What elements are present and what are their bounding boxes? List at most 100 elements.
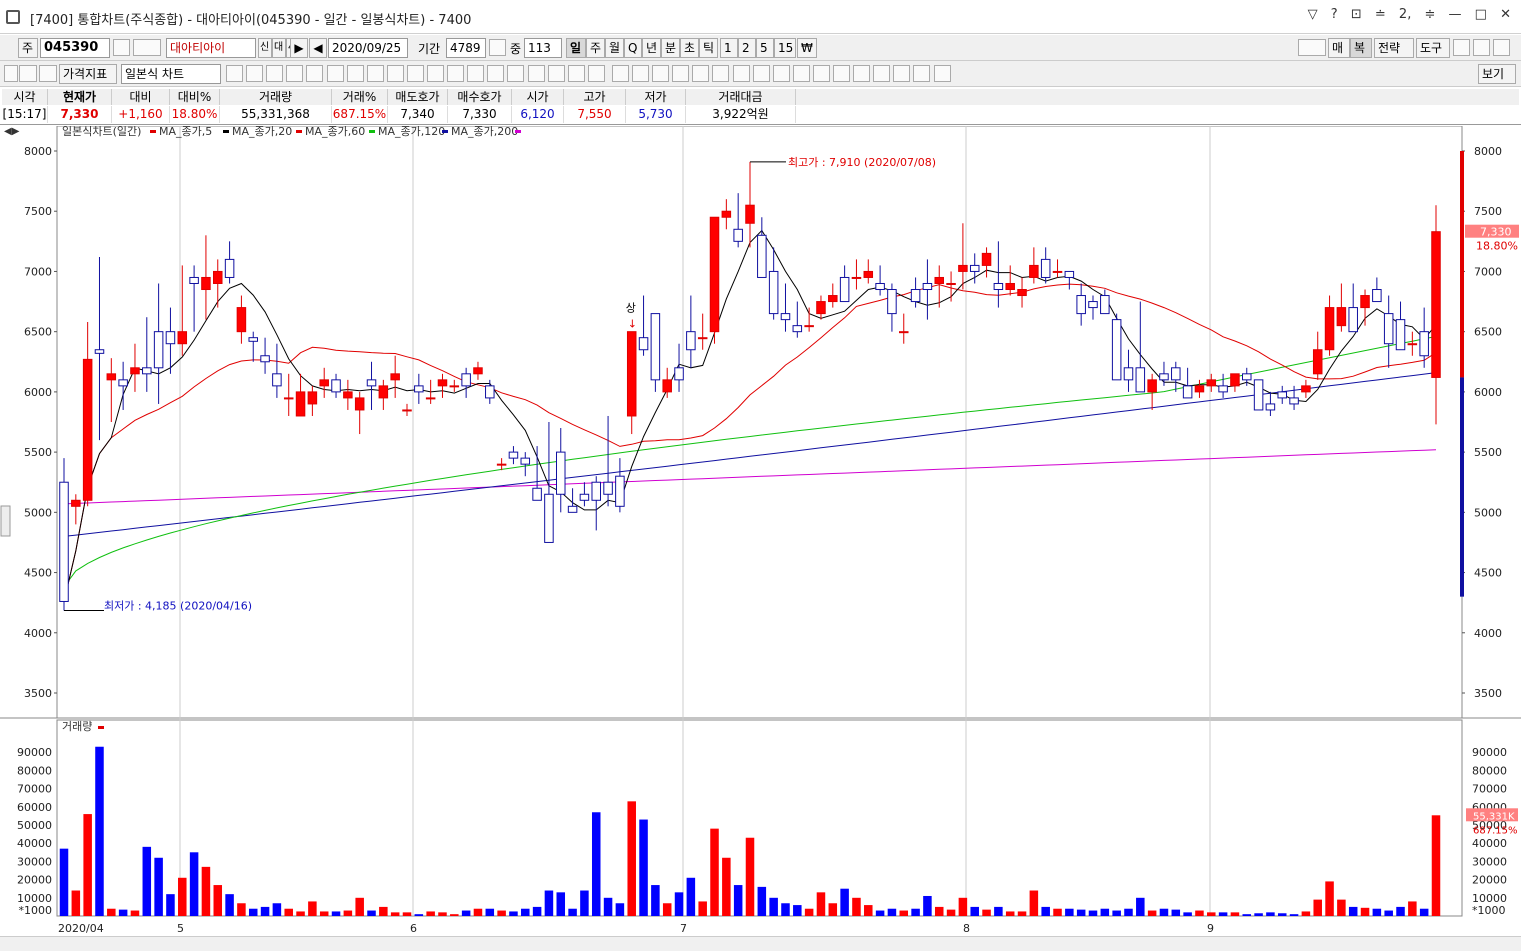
prev-button[interactable]: ◀ [309, 38, 327, 58]
interval-tick[interactable]: 틱 [699, 38, 718, 58]
maximize-button[interactable]: □ [1475, 7, 1487, 22]
draw-tool-icon[interactable] [712, 65, 730, 82]
date-input[interactable]: 2020/09/25 [328, 38, 408, 58]
price-volume-chart[interactable]: 8000 8000 7500 7500 7000 7000 6500 6500 6000 6000… [0, 124, 1521, 936]
interval-quarter[interactable]: Q [624, 38, 642, 58]
wrench-icon[interactable] [1493, 39, 1510, 56]
draw-tool-icon[interactable] [567, 65, 585, 82]
draw-tool-icon[interactable] [772, 65, 790, 82]
interval-1[interactable]: 1 [720, 38, 738, 58]
indicator-button[interactable]: 가격지표 [59, 64, 117, 84]
interval-second[interactable]: 초 [680, 38, 699, 58]
new-badge[interactable]: 신 [258, 38, 272, 58]
window-controls[interactable]: ▽ ? ⊡ ≐ 2, ≑ — □ ✕ [1299, 7, 1511, 22]
interval-day[interactable]: 일 [566, 38, 586, 58]
draw-tool-icon[interactable] [326, 65, 344, 82]
draw-tool-icon[interactable] [487, 65, 505, 82]
draw-tool-icon[interactable] [447, 65, 465, 82]
strategy-button[interactable]: 전략 [1374, 38, 1414, 58]
candle-body [615, 475, 625, 507]
candle-body [733, 228, 743, 242]
interval-week[interactable]: 주 [586, 38, 605, 58]
next-button[interactable]: ▶ [290, 38, 308, 58]
multi-button[interactable]: 복 [1350, 38, 1372, 58]
interval-15[interactable]: 15 [774, 38, 796, 58]
period-input[interactable]: 4789 [446, 38, 486, 58]
interval-2[interactable]: 2 [738, 38, 756, 58]
draw-tool-icon[interactable] [833, 65, 850, 82]
draw-tool-icon[interactable] [913, 65, 931, 82]
save-icon[interactable] [1473, 39, 1490, 56]
price-panel-border [56, 125, 1463, 719]
close-button[interactable]: ✕ [1500, 7, 1511, 22]
volume-tick-right: 30000 [1472, 855, 1507, 868]
count-input[interactable]: 113 [524, 38, 562, 58]
currency-icon[interactable]: ₩ [797, 38, 817, 58]
draw-tool-icon[interactable] [611, 65, 629, 82]
chart-type-select[interactable]: 일본식 차트 [121, 64, 221, 84]
market-select[interactable]: 주 [18, 38, 38, 58]
draw-tool-icon[interactable] [672, 65, 690, 82]
interval-year[interactable]: 년 [642, 38, 661, 58]
trade-button[interactable]: 매 [1328, 38, 1350, 58]
candle-body [1383, 313, 1394, 345]
draw-tool-icon[interactable] [812, 65, 830, 82]
loan-badge[interactable]: 대 [272, 38, 286, 58]
expand-icon[interactable] [19, 65, 37, 82]
draw-tool-icon[interactable] [587, 65, 605, 82]
quote-header: 대비 [112, 89, 170, 105]
draw-tool-icon[interactable] [226, 65, 243, 82]
draw-tool-icon[interactable] [853, 65, 871, 82]
minimize-button[interactable]: — [1449, 7, 1462, 22]
draw-tool-icon[interactable] [652, 65, 670, 82]
help-icon[interactable]: ? [1331, 7, 1338, 22]
candle-body [508, 451, 519, 459]
screen-icon[interactable]: ⊡ [1351, 7, 1362, 22]
zoom-icon[interactable] [489, 39, 506, 56]
folder-icon[interactable] [1453, 39, 1470, 56]
draw-tool-icon[interactable] [507, 65, 525, 82]
draw-tool-icon[interactable] [467, 65, 485, 82]
pin-icon[interactable]: ≑ [1424, 7, 1435, 22]
candle-body [1100, 295, 1110, 315]
draw-tool-icon[interactable] [873, 65, 891, 82]
tools-button[interactable]: 도구 [1416, 38, 1450, 58]
draw-tool-icon[interactable] [792, 65, 810, 82]
draw-tool-icon[interactable] [346, 65, 364, 82]
draw-tool-icon[interactable] [427, 65, 444, 82]
draw-tool-icon[interactable] [386, 65, 404, 82]
price-tick-right: 6000 [1474, 386, 1502, 399]
stock-name-field[interactable]: 대아티아이 [166, 38, 256, 58]
group-icon[interactable]: 2, [1399, 7, 1411, 22]
chart-area[interactable]: 8000 8000 7500 7500 7000 7000 6500 6500 6000 6000… [0, 124, 1521, 936]
volume-bar [1218, 912, 1228, 916]
search-icon[interactable] [113, 39, 130, 56]
draw-tool-icon[interactable] [406, 65, 424, 82]
sort-icon[interactable] [133, 39, 161, 56]
draw-tool-icon[interactable] [266, 65, 284, 82]
draw-tool-icon[interactable] [893, 65, 911, 82]
draw-tool-icon[interactable] [286, 65, 304, 82]
draw-tool-icon[interactable] [366, 65, 384, 82]
link-icon[interactable]: ≐ [1375, 7, 1386, 22]
view-button[interactable]: 보기 [1478, 64, 1516, 84]
draw-tool-icon[interactable] [732, 65, 750, 82]
draw-tool-icon[interactable] [752, 65, 770, 82]
code-input[interactable]: 045390 [40, 38, 110, 58]
candle-body [851, 276, 862, 279]
volume-bar [1396, 906, 1405, 916]
draw-tool-icon[interactable] [933, 65, 951, 82]
draw-tool-icon[interactable] [547, 65, 565, 82]
arrow-up-icon[interactable] [4, 65, 18, 82]
draw-tool-icon[interactable] [306, 65, 324, 82]
interval-5[interactable]: 5 [756, 38, 774, 58]
draw-tool-icon[interactable] [246, 65, 264, 82]
draw-tool-icon[interactable] [692, 65, 710, 82]
edit-icon[interactable] [39, 65, 57, 82]
draw-tool-icon[interactable] [527, 65, 545, 82]
dropdown-icon[interactable]: ▽ [1308, 7, 1318, 22]
draw-tool-icon[interactable] [632, 65, 649, 82]
interval-minute[interactable]: 분 [661, 38, 680, 58]
cloud-icon[interactable] [1298, 39, 1326, 56]
interval-month[interactable]: 월 [605, 38, 624, 58]
